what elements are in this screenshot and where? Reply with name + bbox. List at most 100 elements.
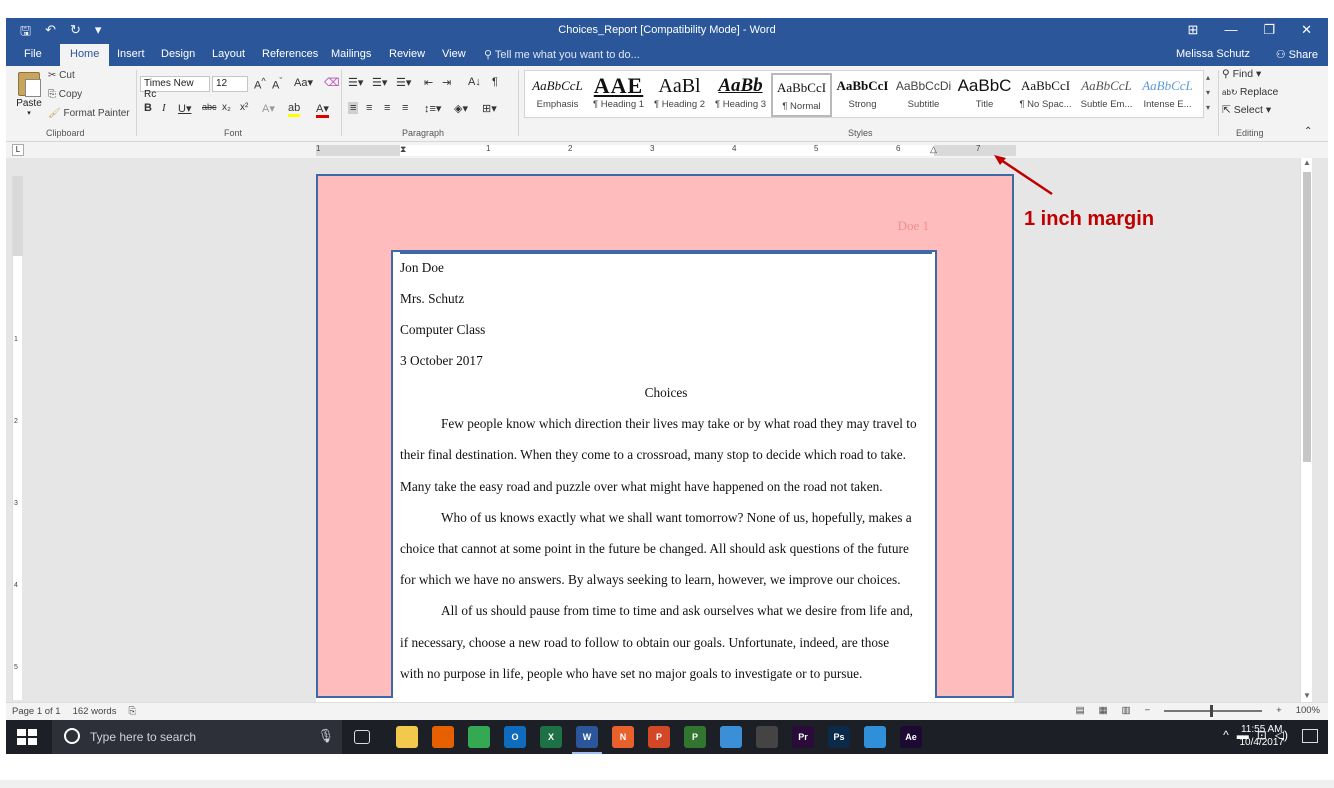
document-body[interactable]: Jon Doe Mrs. Schutz Computer Class 3 Oct… bbox=[400, 252, 932, 702]
find-button[interactable]: ⚲ Find ▾ bbox=[1222, 68, 1278, 86]
page-header[interactable]: Doe 1 bbox=[898, 218, 929, 234]
doc-line[interactable]: Many take the easy road and puzzle over … bbox=[400, 479, 883, 495]
project-icon[interactable]: P bbox=[684, 726, 706, 748]
tab-insert[interactable]: Insert bbox=[117, 48, 145, 60]
tab-references[interactable]: References bbox=[262, 48, 318, 60]
style-no-spacing[interactable]: AaBbCcI ¶ No Spac... bbox=[1015, 73, 1076, 117]
onenote-icon[interactable]: N bbox=[612, 726, 634, 748]
style-title[interactable]: AaBbC Title bbox=[954, 73, 1015, 117]
doc-line[interactable]: choice that cannot at some point in the … bbox=[400, 541, 909, 557]
style-heading-2[interactable]: AaBl ¶ Heading 2 bbox=[649, 73, 710, 117]
calculator-icon[interactable] bbox=[756, 726, 778, 748]
increase-indent-icon[interactable]: ⇥ bbox=[442, 76, 451, 89]
excel-icon[interactable]: X bbox=[540, 726, 562, 748]
chrome-icon[interactable] bbox=[468, 726, 490, 748]
change-case-icon[interactable]: Aa▾ bbox=[294, 76, 313, 89]
align-left-icon[interactable]: ≡ bbox=[348, 102, 359, 114]
close-icon[interactable]: ✕ bbox=[1301, 22, 1312, 38]
user-name[interactable]: Melissa Schutz bbox=[1176, 48, 1250, 60]
scroll-down-icon[interactable]: ▼ bbox=[1303, 691, 1311, 700]
task-view-icon[interactable] bbox=[354, 730, 370, 744]
paste-button[interactable]: Paste ▾ bbox=[12, 70, 46, 117]
grow-font-icon[interactable]: A^ bbox=[254, 76, 266, 92]
doc-line[interactable]: Jon Doe bbox=[400, 260, 444, 276]
align-center-icon[interactable]: ≡ bbox=[366, 102, 372, 114]
word-icon[interactable]: W bbox=[572, 726, 602, 754]
doc-line[interactable]: their final destination. When they come … bbox=[400, 447, 906, 463]
premiere-icon[interactable]: Pr bbox=[792, 726, 814, 748]
file-explorer-icon[interactable] bbox=[396, 726, 418, 748]
doc-line[interactable]: 3 October 2017 bbox=[400, 353, 483, 369]
format-painter-button[interactable]: 🖌 Format Painter bbox=[48, 108, 130, 119]
shading-icon[interactable]: ◈▾ bbox=[454, 102, 468, 115]
superscript-button[interactable]: x² bbox=[240, 102, 248, 113]
zoom-knob[interactable] bbox=[1210, 704, 1214, 717]
indent-marker-icon[interactable]: ⧗ bbox=[400, 144, 406, 155]
doc-line[interactable]: Computer Class bbox=[400, 322, 485, 338]
line-spacing-icon[interactable]: ↕≡▾ bbox=[424, 102, 441, 115]
justify-icon[interactable]: ≡ bbox=[402, 102, 408, 114]
font-size-box[interactable]: 12 bbox=[212, 76, 248, 92]
underline-button[interactable]: U▾ bbox=[178, 102, 191, 115]
scroll-thumb[interactable] bbox=[1303, 172, 1311, 462]
cut-button[interactable]: ✂ Cut bbox=[48, 70, 75, 81]
firefox-icon[interactable] bbox=[432, 726, 454, 748]
word-count[interactable]: 162 words bbox=[73, 706, 117, 717]
page-count[interactable]: Page 1 of 1 bbox=[12, 706, 61, 717]
copy-button[interactable]: ⎘ Copy bbox=[48, 89, 82, 100]
windows-start-icon[interactable] bbox=[16, 728, 38, 746]
after-effects-icon[interactable]: Ae bbox=[900, 726, 922, 748]
powerpoint-icon[interactable]: P bbox=[648, 726, 670, 748]
notification-icon[interactable] bbox=[1302, 729, 1318, 743]
style-subtitle[interactable]: AaBbCcDi Subtitle bbox=[893, 73, 954, 117]
align-right-icon[interactable]: ≡ bbox=[384, 102, 390, 114]
doc-line[interactable]: Who of us knows exactly what we shall wa… bbox=[441, 510, 912, 526]
tab-mailings[interactable]: Mailings bbox=[331, 48, 371, 60]
microphone-icon[interactable]: 🎙 bbox=[317, 728, 334, 744]
zoom-out-icon[interactable]: − bbox=[1145, 705, 1151, 716]
font-color-icon[interactable]: A▾ bbox=[316, 102, 329, 118]
right-indent-marker-icon[interactable]: △ bbox=[930, 144, 937, 155]
ribbon-display-icon[interactable]: ⊞ bbox=[1188, 22, 1199, 38]
chevron-up-icon[interactable]: ^ bbox=[1223, 728, 1229, 742]
vertical-scrollbar[interactable]: ▲ ▼ bbox=[1300, 158, 1312, 702]
pilcrow-icon[interactable]: ¶ bbox=[492, 76, 498, 88]
tab-design[interactable]: Design bbox=[161, 48, 195, 60]
zoom-level[interactable]: 100% bbox=[1296, 705, 1320, 716]
zoom-in-icon[interactable]: + bbox=[1276, 705, 1282, 716]
italic-button[interactable]: I bbox=[162, 102, 166, 114]
style-heading-1[interactable]: AAE ¶ Heading 1 bbox=[588, 73, 649, 117]
style-strong[interactable]: AaBbCcI Strong bbox=[832, 73, 893, 117]
taskbar-search[interactable]: Type here to search 🎙 bbox=[52, 720, 342, 754]
doc-line[interactable]: All of us should pause from time to time… bbox=[441, 603, 913, 619]
photoshop-icon[interactable]: Ps bbox=[828, 726, 850, 748]
font-name-box[interactable]: Times New Rc bbox=[140, 76, 210, 100]
numbering-icon[interactable]: ☰▾ bbox=[372, 76, 387, 89]
style-intense-emphasis[interactable]: AaBbCcL Intense E... bbox=[1137, 73, 1198, 117]
text-effects-icon[interactable]: A▾ bbox=[262, 102, 275, 115]
doc-line[interactable]: Few people know which direction their li… bbox=[441, 416, 917, 432]
subscript-button[interactable]: x₂ bbox=[222, 102, 231, 113]
web-layout-icon[interactable]: ▥ bbox=[1122, 705, 1131, 716]
tab-view[interactable]: View bbox=[442, 48, 466, 60]
tab-file[interactable]: File bbox=[24, 48, 42, 60]
tab-review[interactable]: Review bbox=[389, 48, 425, 60]
borders-icon[interactable]: ⊞▾ bbox=[482, 102, 497, 115]
bullets-icon[interactable]: ☰▾ bbox=[348, 76, 363, 89]
outlook-icon[interactable]: O bbox=[504, 726, 526, 748]
tab-selector[interactable]: L bbox=[12, 144, 24, 156]
notepad-icon[interactable] bbox=[720, 726, 742, 748]
clear-formatting-icon[interactable]: ⌫ bbox=[324, 76, 340, 89]
restore-icon[interactable]: ❐ bbox=[1263, 22, 1275, 38]
strikethrough-button[interactable]: abc bbox=[202, 102, 217, 112]
tab-layout[interactable]: Layout bbox=[212, 48, 245, 60]
share-button[interactable]: ⚇ Share bbox=[1276, 48, 1318, 61]
proofing-icon[interactable]: ⎘ bbox=[128, 706, 136, 717]
replace-button[interactable]: ab↻ Replace bbox=[1222, 86, 1278, 104]
decrease-indent-icon[interactable]: ⇤ bbox=[424, 76, 433, 89]
style-heading-3[interactable]: AaBb ¶ Heading 3 bbox=[710, 73, 771, 117]
remote-desktop-icon[interactable] bbox=[864, 726, 886, 748]
highlight-icon[interactable]: ab bbox=[288, 102, 301, 117]
bold-button[interactable]: B bbox=[144, 102, 152, 114]
shrink-font-icon[interactable]: Aˇ bbox=[272, 76, 282, 92]
